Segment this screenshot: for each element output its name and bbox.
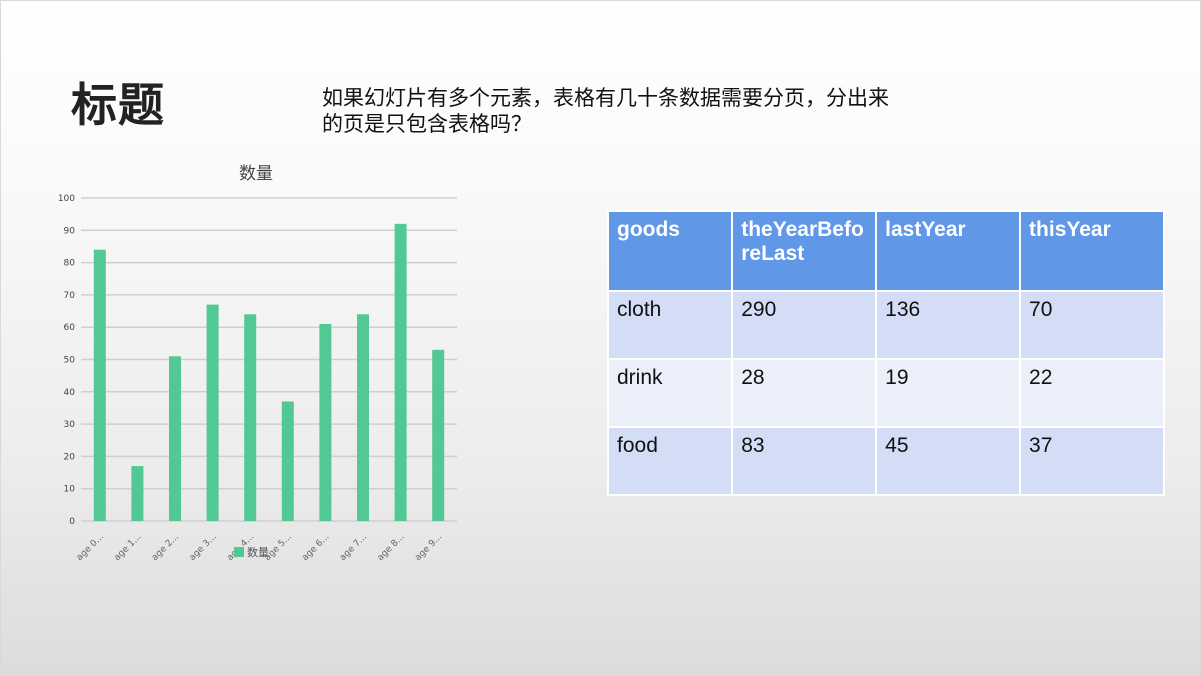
table-cell: 83 — [731, 426, 878, 496]
table-cell: food — [606, 426, 734, 496]
bar — [244, 314, 257, 521]
table-row: cloth 290 136 70 — [606, 290, 1165, 360]
table-header-cell: lastYear — [875, 210, 1022, 292]
slide-title: 标题 — [71, 78, 165, 132]
table-cell: 70 — [1019, 290, 1165, 360]
y-tick-label: 0 — [69, 517, 75, 527]
y-tick-label: 20 — [64, 452, 76, 462]
bar — [131, 466, 144, 521]
y-tick-label: 90 — [64, 226, 76, 236]
slide: 标题 如果幻灯片有多个元素，表格有几十条数据需要分页，分出来的页是只包含表格吗？… — [0, 0, 1201, 676]
chart-legend: 数量 — [234, 544, 269, 560]
y-tick-label: 50 — [64, 356, 76, 366]
x-tick-label: age 9... — [413, 532, 444, 563]
table-cell: 290 — [731, 290, 878, 360]
y-tick-label: 80 — [64, 259, 76, 269]
bar — [281, 401, 294, 521]
table-header-cell: theYearBeforeLast — [731, 210, 878, 292]
bar — [357, 314, 369, 521]
y-tick-label: 70 — [64, 291, 76, 301]
chart-title: 数量 — [239, 164, 273, 184]
table-cell: 22 — [1019, 358, 1165, 428]
table-cell: 37 — [1019, 426, 1165, 496]
x-tick-label: age 7... — [338, 532, 369, 563]
table-cell: 28 — [731, 358, 878, 428]
x-tick-label: age 3... — [188, 532, 219, 563]
bar-chart: 0102030405060708090100age 0... age 1... ag… — [58, 194, 457, 563]
legend-label: 数量 — [247, 546, 269, 559]
table-cell: 19 — [875, 358, 1022, 428]
x-tick-label: age 0... — [75, 532, 106, 563]
table-header-cell: goods — [606, 210, 734, 292]
x-tick-label: age 8... — [376, 532, 407, 563]
table-row: drink 28 19 22 — [606, 358, 1165, 428]
table-header-cell: thisYear — [1019, 210, 1165, 292]
legend-swatch — [234, 547, 244, 557]
x-tick-label: age 6... — [300, 532, 331, 563]
x-tick-label: age 1... — [112, 532, 143, 563]
table-cell: 45 — [875, 426, 1022, 496]
bar — [394, 223, 407, 521]
table-row: food 83 45 37 — [606, 426, 1165, 496]
x-tick-label: age 2... — [150, 532, 181, 563]
table-header-row: goods theYearBeforeLast lastYear thisYea… — [606, 210, 1165, 292]
slide-body-text: 如果幻灯片有多个元素，表格有几十条数据需要分页，分出来的页是只包含表格吗？ — [322, 86, 889, 136]
y-tick-label: 60 — [64, 323, 76, 333]
y-tick-label: 30 — [64, 420, 76, 430]
y-tick-label: 40 — [64, 388, 76, 398]
goods-table: goods theYearBeforeLast lastYear thisYea… — [606, 210, 1165, 496]
table-cell: cloth — [606, 290, 734, 360]
table-cell: 136 — [875, 290, 1022, 360]
bar — [206, 304, 219, 521]
bar — [169, 356, 181, 521]
y-tick-label: 100 — [58, 194, 75, 204]
bar — [319, 323, 332, 521]
y-tick-label: 10 — [64, 485, 76, 495]
bar — [93, 249, 106, 521]
bar — [432, 349, 445, 521]
table-cell: drink — [606, 358, 734, 428]
